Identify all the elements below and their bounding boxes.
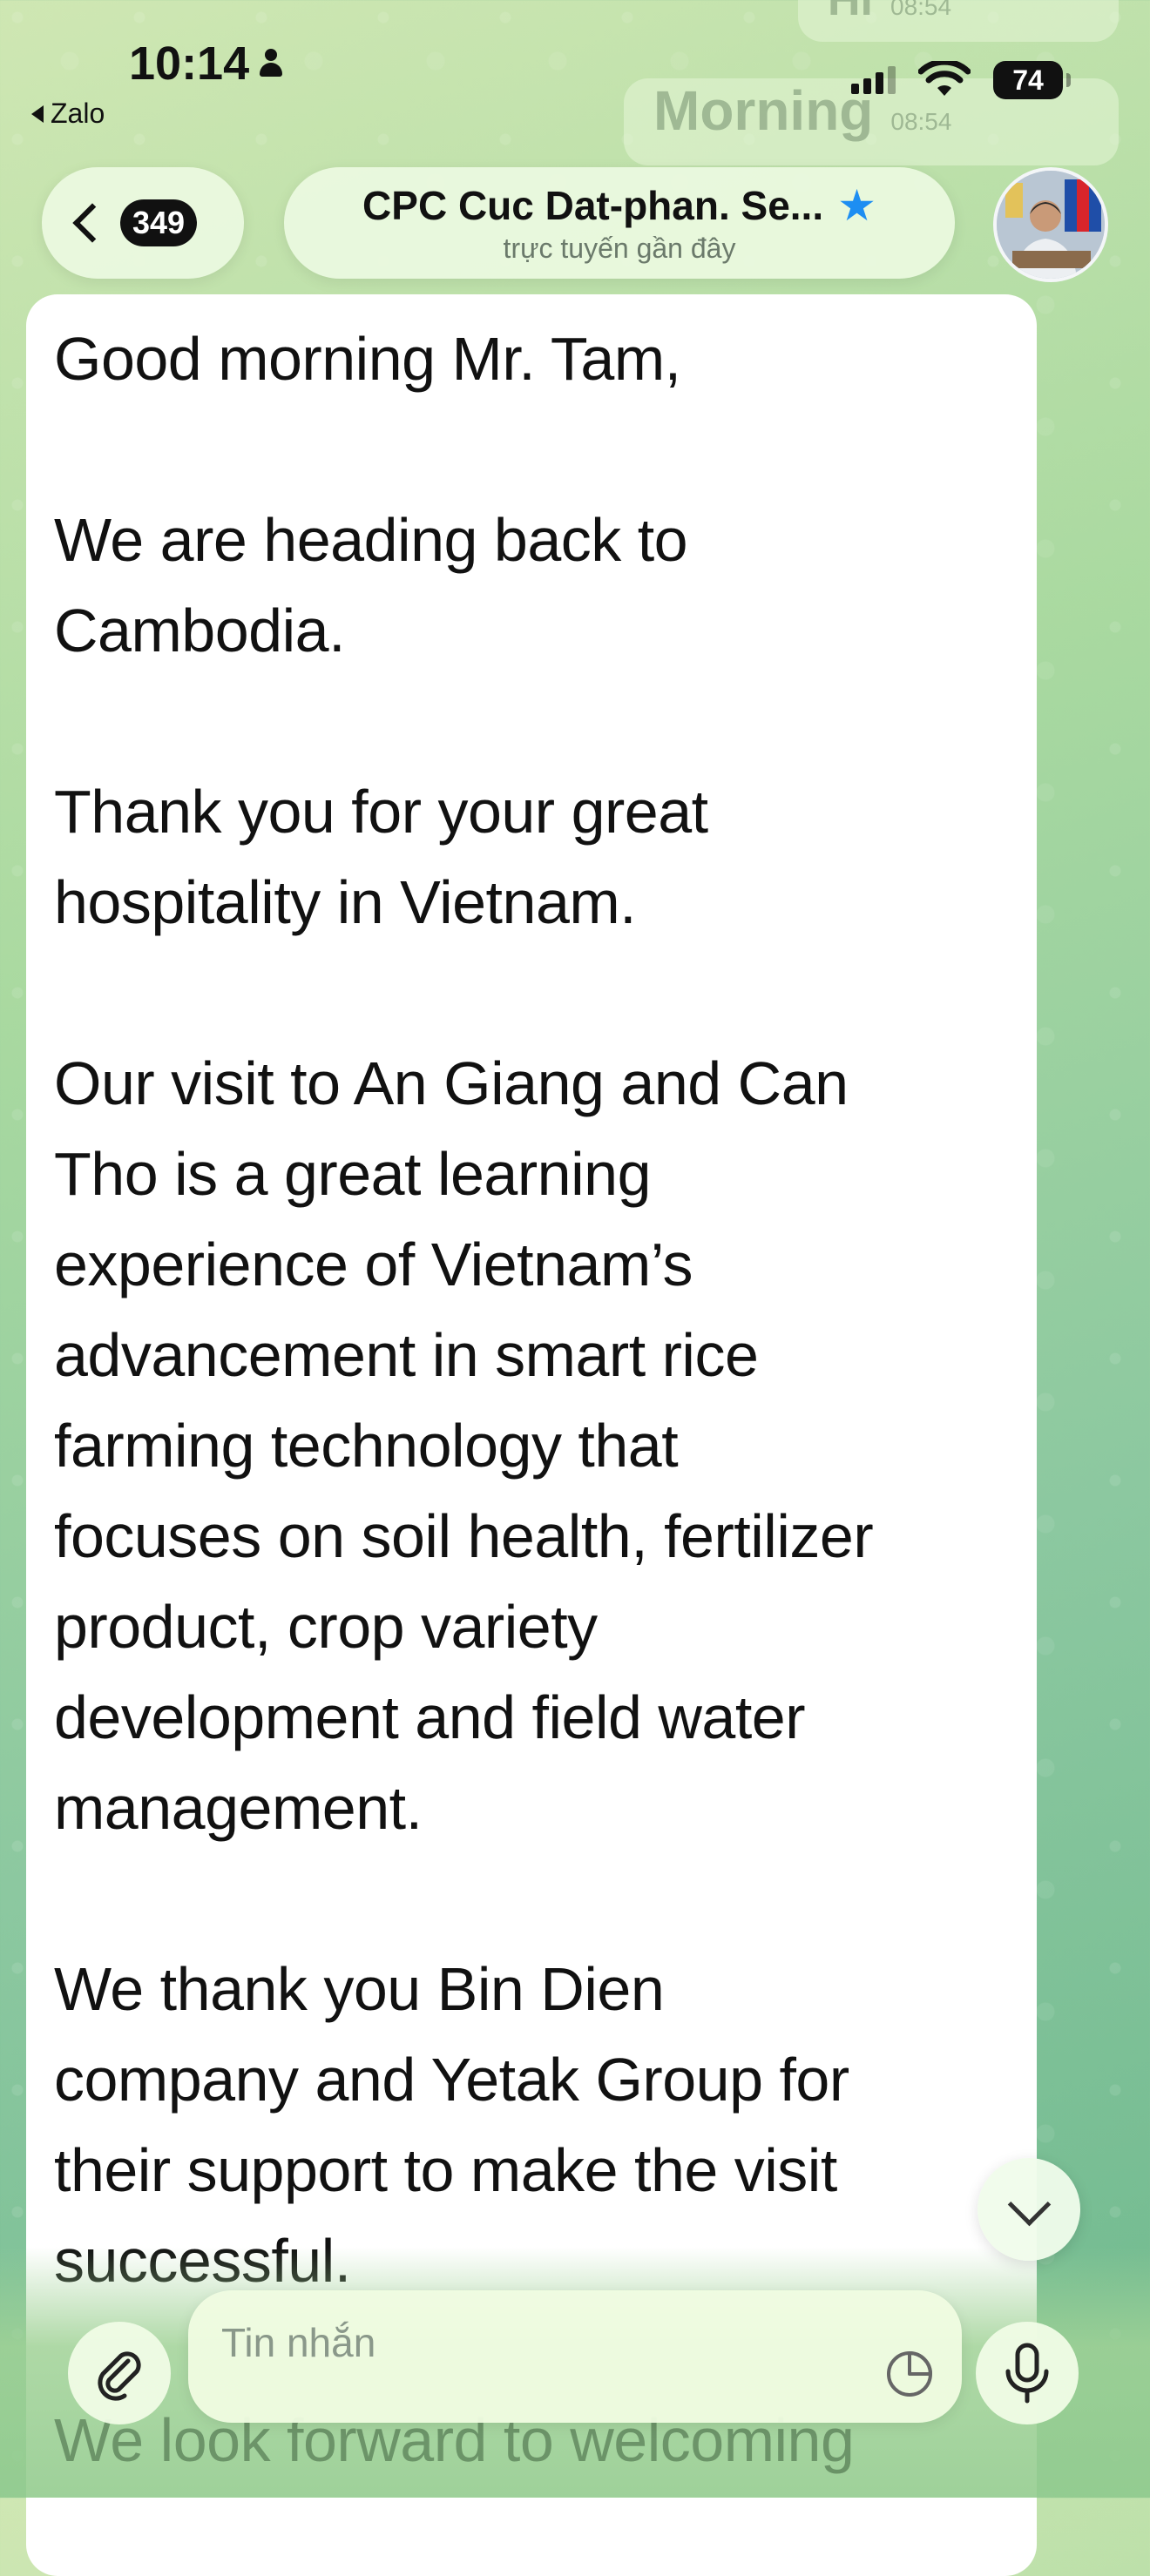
back-app-label: Zalo bbox=[51, 98, 105, 129]
battery-level: 74 bbox=[1012, 64, 1044, 96]
star-icon: ★ bbox=[837, 180, 876, 230]
scroll-to-bottom-button[interactable] bbox=[978, 2158, 1080, 2261]
message-paragraph: Our visit to An Giang and Can Tho is a g… bbox=[54, 1049, 874, 1842]
avatar[interactable] bbox=[993, 167, 1108, 282]
chevron-down-icon bbox=[1007, 2182, 1051, 2226]
status-indicators: 74 bbox=[851, 61, 1071, 99]
message-input[interactable] bbox=[221, 2290, 866, 2395]
paperclip-icon bbox=[98, 2351, 141, 2401]
status-time-text: 10:14 bbox=[129, 37, 250, 90]
chevron-left-icon bbox=[72, 203, 112, 243]
attach-button[interactable] bbox=[68, 2322, 171, 2424]
microphone-button[interactable] bbox=[976, 2322, 1079, 2424]
chat-header[interactable]: CPC Cuc Dat-phan. Se... ★ trực tuyến gần… bbox=[284, 167, 955, 279]
chat-status: trực tuyến gần đây bbox=[503, 232, 736, 264]
wifi-icon bbox=[918, 61, 971, 96]
status-time: 10:14 bbox=[129, 37, 284, 91]
message-paragraph: We are heading back to Cambodia. bbox=[54, 506, 688, 664]
battery-icon: 74 bbox=[993, 61, 1071, 99]
microphone-icon bbox=[1005, 2343, 1049, 2404]
back-to-app-link[interactable]: Zalo bbox=[31, 98, 105, 130]
chat-title-row: CPC Cuc Dat-phan. Se... ★ bbox=[362, 182, 876, 229]
unread-count-badge: 349 bbox=[120, 199, 198, 246]
back-triangle-icon bbox=[31, 105, 44, 123]
message-bubble[interactable]: Good morning Mr. Tam, We are heading bac… bbox=[26, 294, 1037, 2576]
status-bar: 10:14 Zalo 74 bbox=[0, 0, 1150, 148]
message-composer bbox=[188, 2290, 962, 2423]
avatar-image bbox=[997, 171, 1105, 279]
message-paragraph: Good morning Mr. Tam, bbox=[54, 325, 681, 393]
message-paragraph: Thank you for your great hospitality in … bbox=[54, 778, 708, 936]
sticker-icon[interactable] bbox=[883, 2348, 936, 2400]
signal-icon bbox=[851, 66, 896, 94]
person-icon bbox=[258, 49, 284, 78]
chat-title: CPC Cuc Dat-phan. Se... bbox=[362, 182, 824, 228]
back-button[interactable]: 349 bbox=[42, 167, 244, 279]
